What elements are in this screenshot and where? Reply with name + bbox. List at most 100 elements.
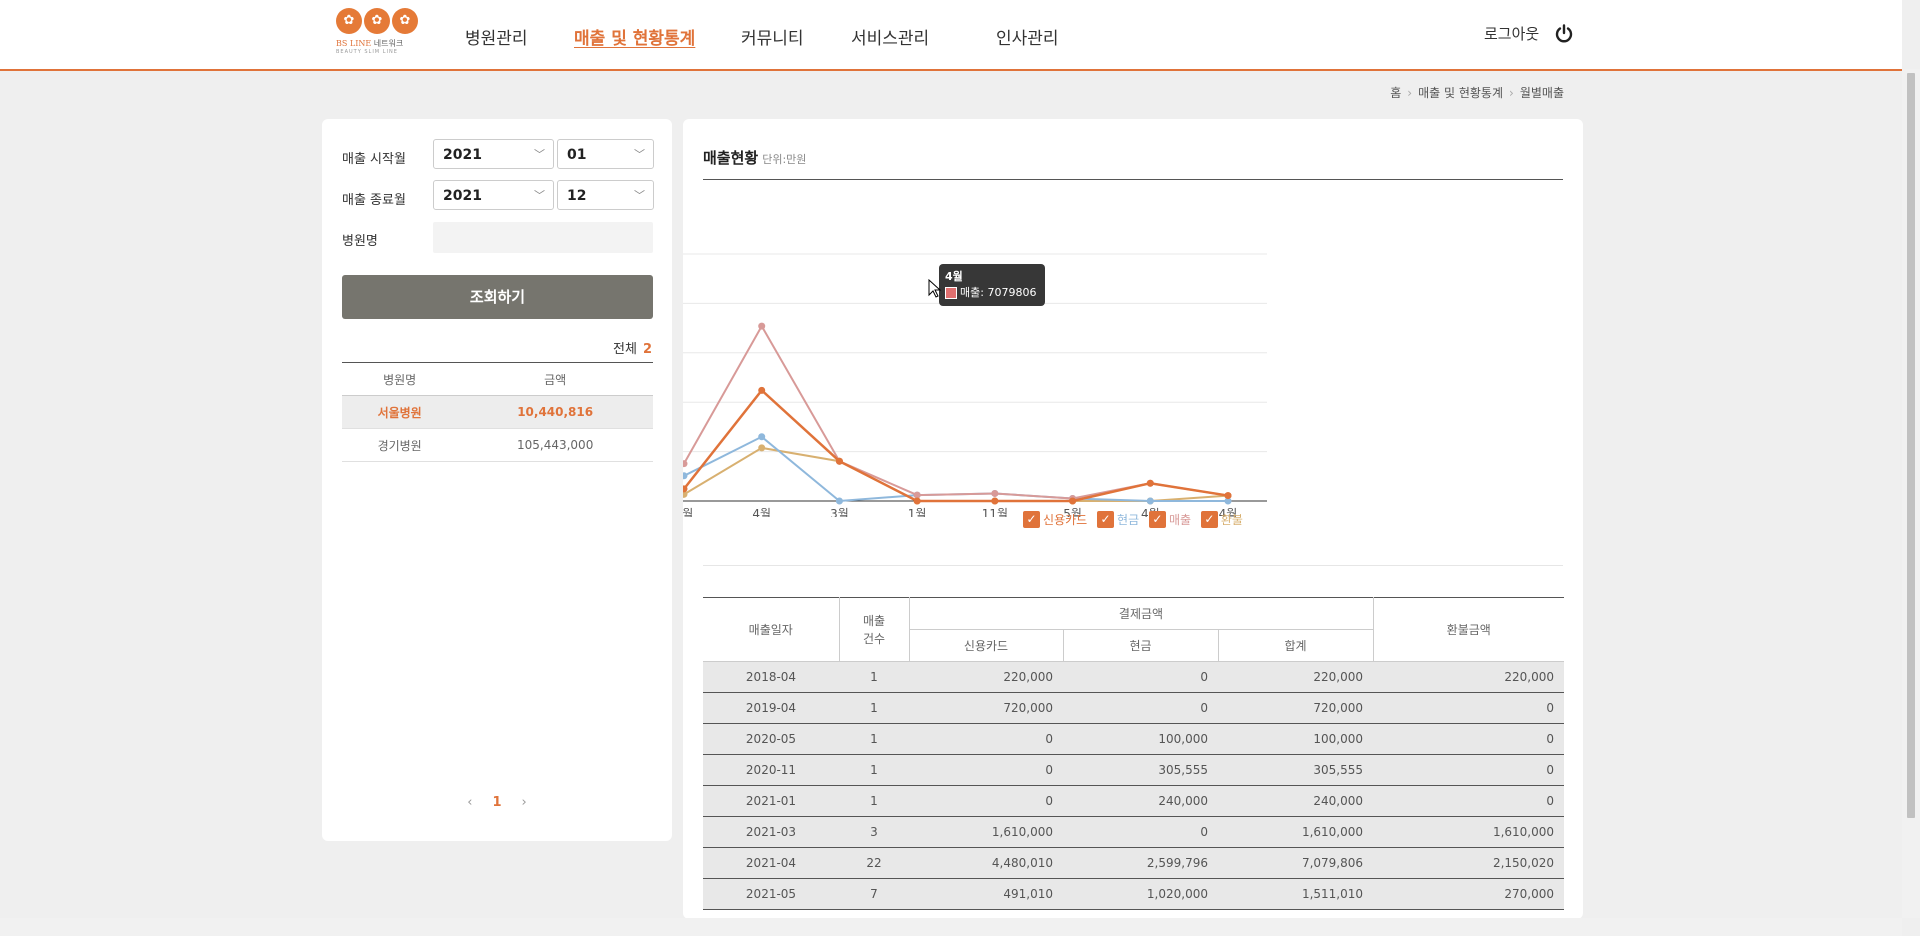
tooltip-series: 매출	[960, 286, 981, 299]
pagination: ‹ 1 ›	[322, 795, 672, 810]
card-cell: 1,610,000	[909, 816, 1063, 848]
date-cell: 2021-04	[703, 847, 839, 879]
search-button[interactable]: 조회하기	[342, 275, 653, 319]
table-row: 2021-03 3 1,610,000 0 1,610,000 1,610,000	[703, 816, 1565, 848]
logo-brand-sub: 네트워크	[373, 39, 404, 48]
refund-cell: 270,000	[1373, 878, 1565, 910]
data-point[interactable]	[1069, 497, 1077, 505]
sum-cell: 1,511,010	[1218, 878, 1374, 910]
count-cell: 1	[839, 723, 909, 755]
refund-cell: 0	[1373, 754, 1565, 786]
legend-item-refund[interactable]: ✓ 환불	[1200, 511, 1243, 528]
data-point[interactable]	[1224, 492, 1232, 500]
cash-cell: 0	[1063, 661, 1218, 693]
breadcrumb-sales[interactable]: 매출 및 현황통계	[1418, 86, 1503, 100]
total-count-value: 2	[642, 342, 652, 357]
chevron-down-icon: ﹀	[534, 189, 545, 202]
total-label: 전체	[613, 342, 637, 357]
logo-mark: ✿ ✿ ✿	[336, 8, 431, 34]
refund-cell: 0	[1373, 785, 1565, 817]
card-cell: 720,000	[909, 692, 1063, 724]
sum-cell: 100,000	[1218, 723, 1374, 755]
column-header-refund: 환불금액	[1372, 597, 1565, 662]
cash-cell: 2,599,796	[1063, 847, 1218, 879]
data-point[interactable]	[991, 497, 999, 505]
refund-cell: 0	[1373, 692, 1565, 724]
data-point[interactable]	[835, 457, 843, 465]
nav-hospital-management[interactable]: 병원관리	[465, 24, 528, 49]
data-point[interactable]	[758, 444, 766, 452]
table-row[interactable]: 서울병원 10,440,816	[342, 395, 653, 429]
count-cell: 3	[839, 816, 909, 848]
table-row: 2021-04 22 4,480,010 2,599,796 7,079,806 2,15…	[703, 847, 1565, 879]
series-line-2	[683, 324, 1229, 500]
breadcrumb-home[interactable]: 홈	[1390, 86, 1401, 100]
end-month-select[interactable]: 12 ﹀	[557, 180, 654, 210]
sales-table-body: 2018-04 1 220,000 0 220,000 220,000 2019-04 1 72…	[703, 661, 1565, 910]
refund-cell: 0	[1373, 723, 1565, 755]
legend-label-sales: 매출	[1168, 513, 1192, 527]
section-title: 매출현황 단위:만원	[703, 147, 806, 168]
chevron-down-icon: ﹀	[534, 148, 545, 161]
nav-service-management[interactable]: 서비스관리	[851, 24, 929, 49]
date-cell: 2021-01	[703, 785, 839, 817]
data-point[interactable]	[758, 322, 766, 330]
power-icon[interactable]	[1554, 24, 1574, 44]
title-divider	[703, 179, 1563, 180]
count-cell: 1	[839, 661, 909, 693]
data-point[interactable]	[1146, 479, 1154, 487]
data-point[interactable]	[913, 497, 921, 505]
cash-cell: 0	[1063, 816, 1218, 848]
hospital-amount-cell: 10,440,816	[457, 395, 653, 429]
scrollbar-thumb[interactable]	[1907, 73, 1915, 818]
refund-cell: 220,000	[1373, 661, 1565, 693]
data-point[interactable]	[991, 489, 999, 497]
date-cell: 2021-05	[703, 878, 839, 910]
sales-table: 매출일자 매출 건수 결제금액 환불금액 신용카드 현금 합계 2018-04 1…	[703, 597, 1565, 910]
sales-line-chart: 02,000,0004,000,0006,000,0008,000,00010,…	[683, 253, 1267, 517]
nav-hr-management[interactable]: 인사관리	[996, 24, 1059, 49]
filter-panel: 매출 시작월 2021 ﹀ 01 ﹀ 매출 종료월 2021 ﹀ 12 ﹀ 병원명 조회…	[322, 119, 672, 841]
column-header-cash: 현금	[1062, 629, 1219, 662]
date-cell: 2019-04	[703, 692, 839, 724]
count-cell: 1	[839, 785, 909, 817]
card-cell: 220,000	[909, 661, 1063, 693]
hospital-name-input[interactable]	[433, 222, 653, 253]
data-point[interactable]	[758, 433, 766, 441]
legend-item-sales[interactable]: ✓ 매출	[1148, 511, 1192, 528]
legend-item-card[interactable]: ✓ 신용카드	[1023, 511, 1087, 528]
pager-prev-icon[interactable]: ‹	[467, 795, 472, 810]
vertical-scrollbar[interactable]	[1902, 69, 1920, 918]
data-point[interactable]	[1146, 497, 1154, 505]
column-header-date: 매출일자	[703, 597, 840, 662]
end-year-select[interactable]: 2021 ﹀	[433, 180, 554, 210]
data-point[interactable]	[835, 497, 843, 505]
start-month-select[interactable]: 01 ﹀	[557, 139, 654, 169]
refund-cell: 2,150,020	[1373, 847, 1565, 879]
logout-link[interactable]: 로그아웃	[1484, 23, 1539, 44]
nav-sales-statistics[interactable]: 매출 및 현황통계	[574, 24, 695, 49]
chart-tooltip: 4월 매출: 7079806	[939, 264, 1045, 306]
count-cell: 1	[839, 692, 909, 724]
tooltip-swatch-icon	[945, 287, 957, 299]
table-row[interactable]: 경기병원 105,443,000	[342, 428, 653, 462]
column-header-count: 매출 건수	[838, 597, 910, 662]
column-header-hospital: 병원명	[342, 362, 458, 396]
start-month-value: 01	[567, 147, 587, 163]
top-bar: ✿ ✿ ✿ BS LINE 네트워크 BEAUTY SLIM LINE 병원관리 매…	[0, 0, 1902, 71]
horizontal-scrollbar[interactable]	[0, 918, 1902, 936]
pager-next-icon[interactable]: ›	[522, 795, 527, 810]
data-point[interactable]	[683, 460, 688, 468]
card-cell: 491,010	[909, 878, 1063, 910]
legend-item-cash[interactable]: ✓ 현금	[1097, 511, 1139, 528]
legend-label-card: 신용카드	[1043, 513, 1088, 527]
nav-community[interactable]: 커뮤니티	[741, 24, 804, 49]
logo[interactable]: ✿ ✿ ✿ BS LINE 네트워크 BEAUTY SLIM LINE	[336, 8, 431, 63]
tooltip-value: 7079806	[987, 286, 1037, 299]
pager-page-1[interactable]: 1	[492, 795, 501, 810]
data-point[interactable]	[758, 386, 766, 394]
sum-cell: 240,000	[1218, 785, 1374, 817]
start-year-select[interactable]: 2021 ﹀	[433, 139, 554, 169]
checkbox-checked-icon: ✓	[1200, 511, 1218, 528]
hospital-name-cell: 서울병원	[342, 395, 458, 429]
